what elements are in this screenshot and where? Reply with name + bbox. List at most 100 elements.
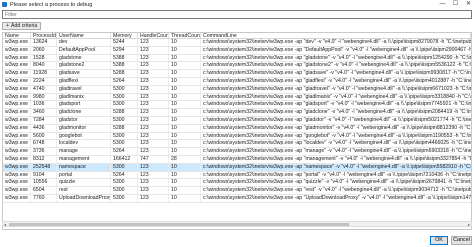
filter-input[interactable]	[3, 11, 471, 18]
column-commandline-cell: c:\windows\system32\inetsrv\w3wp.exe -ap…	[203, 101, 471, 108]
column-username-cell: UploadDownloadProxy	[59, 194, 111, 202]
process-table: Name ProcessId UserName Memory HandleCount Th…	[2, 32, 472, 230]
column-username-cell: localdev	[57, 140, 111, 148]
column-handlecount-cell: 123	[138, 116, 169, 124]
column-memory-cell: 5300	[111, 85, 138, 93]
column-threadcount-cell: 10	[169, 163, 201, 171]
column-username-cell: gladtravel	[57, 85, 111, 93]
column-name-cell: w3wp.exe	[3, 171, 31, 179]
column-username-cell: gladsave	[57, 70, 111, 77]
column-commandline-header[interactable]: CommandLine	[201, 33, 471, 38]
table-row[interactable]: w3wp.exe 9104 portal 5264 123 10 c:\windows\sy…	[3, 171, 471, 180]
column-processid-cell: 9980	[31, 93, 57, 101]
table-row[interactable]: w3wp.exe 3736 manage 5264 123 10 c:\windows\sy…	[3, 148, 471, 156]
column-memory-cell: 5300	[111, 132, 138, 140]
column-threadcount-cell: 10	[169, 148, 201, 155]
column-handlecount-cell: 123	[138, 62, 169, 70]
column-username-cell: googlebot	[57, 132, 111, 140]
table-row[interactable]: w3wp.exe 6748 localdev 5300 123 10 c:\windows\…	[3, 140, 471, 149]
column-threadcount-cell: 10	[169, 85, 201, 93]
column-name-cell: w3wp.exe	[3, 194, 31, 202]
column-processid-cell: 1036	[31, 101, 57, 109]
column-processid-cell: 1528	[31, 54, 57, 62]
column-name-cell: w3wp.exe	[3, 70, 31, 77]
column-threadcount-cell: 10	[169, 179, 201, 187]
cancel-button[interactable]: Cancel	[451, 236, 472, 245]
column-handlecount-cell: 123	[138, 54, 169, 62]
column-processid-header[interactable]: ProcessId	[31, 33, 57, 38]
maximize-button[interactable]: ☐	[452, 1, 459, 8]
column-handlecount-cell: 123	[138, 109, 169, 116]
table-row[interactable]: w3wp.exe 11928 gladsave 5288 123 10 c:\windows…	[3, 70, 471, 78]
column-name-header[interactable]: Name	[3, 33, 31, 38]
filter-box	[2, 10, 472, 19]
add-criteria-label: Add criteria	[11, 22, 38, 29]
table-row[interactable]: w3wp.exe 2060 DefaultAppPool 5294 123 10 c:\wi…	[3, 46, 471, 55]
column-name-cell: w3wp.exe	[3, 39, 31, 46]
table-row[interactable]: w3wp.exe 9980 gladlmanix 5300 123 10 c:\window…	[3, 93, 471, 102]
column-threadcount-header[interactable]: ThreadCount	[169, 33, 201, 38]
column-threadcount-cell: 10	[169, 140, 201, 148]
column-name-cell: w3wp.exe	[3, 46, 31, 54]
column-username-cell: gladstor	[57, 116, 111, 124]
minimize-button[interactable]: —	[439, 1, 446, 8]
table-row[interactable]: w3wp.exe 1036 gladsport 5300 123 10 c:\windows…	[3, 101, 471, 110]
column-commandline-cell: c:\windows\system32\inetsrv\w3wp.exe -ap…	[203, 187, 471, 194]
table-row[interactable]: w3wp.exe 6504 rest 5300 123 10 c:\windows\syst…	[3, 187, 471, 195]
table-row[interactable]: w3wp.exe 13624 dev 5244 123 10 c:\windows\syst…	[3, 39, 471, 47]
column-memory-cell: 5300	[111, 194, 138, 202]
column-username-cell: gladlmanix	[57, 93, 111, 101]
column-threadcount-cell: 10	[169, 109, 201, 116]
column-name-cell: w3wp.exe	[3, 163, 31, 171]
table-row[interactable]: w3wp.exe 1528 gladstone 5388 123 10 c:\windows…	[3, 54, 471, 63]
column-name-cell: w3wp.exe	[3, 179, 31, 187]
column-commandline-cell: c:\windows\system32\inetsrv\w3wp.exe -ap…	[203, 140, 471, 147]
column-username-cell: quizzle	[57, 179, 111, 187]
table-row[interactable]: w3wp.exe 8312 management 166412 747 28 c:\wind…	[3, 155, 471, 164]
add-criteria-button[interactable]: + Add criteria	[2, 21, 42, 30]
column-memory-header[interactable]: Memory	[111, 33, 138, 38]
column-processid-cell: 11928	[31, 70, 57, 77]
column-username-cell: manage	[57, 148, 111, 155]
column-memory-cell: 5264	[111, 171, 138, 179]
table-row[interactable]: w3wp.exe 4740 gladtravel 5300 123 10 c:\window…	[3, 85, 471, 94]
horizontal-scrollbar[interactable]: ◂ ▸	[2, 221, 472, 227]
column-name-cell: w3wp.exe	[3, 85, 31, 93]
ok-button[interactable]: OK	[430, 236, 448, 245]
column-name-cell: w3wp.exe	[3, 132, 31, 140]
column-processid-cell: 6504	[31, 187, 57, 194]
table-row[interactable]: w3wp.exe 3460 gladclone 5288 123 10 c:\windows…	[3, 109, 471, 117]
column-memory-cell: 5300	[111, 101, 138, 109]
column-memory-cell: 5300	[111, 140, 138, 148]
close-button[interactable]: ✕	[465, 1, 472, 8]
scroll-left-icon[interactable]: ◂	[4, 222, 6, 227]
column-threadcount-cell: 10	[169, 171, 201, 179]
table-row[interactable]: w3wp.exe 8040 gladstone2 5388 123 10 c:\window…	[3, 62, 471, 71]
column-name-cell: w3wp.exe	[3, 148, 31, 155]
column-username-header[interactable]: UserName	[57, 33, 111, 38]
column-commandline-cell: c:\windows\system32\inetsrv\w3wp.exe -ap…	[203, 163, 471, 170]
table-row[interactable]: w3wp.exe 7760 UploadDownloadProxy 5300 123 10…	[3, 194, 471, 203]
column-handlecount-cell: 747	[138, 155, 169, 163]
table-row[interactable]: w3wp.exe 5600 googlebot 5300 123 10 c:\windows…	[3, 132, 471, 141]
column-handlecount-cell: 123	[138, 194, 169, 202]
column-handlecount-header[interactable]: HandleCount	[138, 33, 169, 38]
table-row[interactable]: w3wp.exe 2224 gladflexi 5264 123 10 c:\windows…	[3, 77, 471, 86]
column-commandline-cell: c:\windows\system32\inetsrv\w3wp.exe -ap…	[203, 194, 471, 201]
column-commandline-cell: c:\windows\system32\inetsrv\w3wp.exe -ap…	[203, 124, 471, 131]
column-username-cell: gladmonitor	[57, 124, 111, 132]
scrollbar-thumb[interactable]	[9, 223, 349, 226]
column-memory-cell: 166412	[111, 155, 138, 163]
column-username-cell: dev	[57, 39, 111, 46]
table-row[interactable]: w3wp.exe 7284 gladstor 5300 123 10 c:\windows\…	[3, 116, 471, 125]
scroll-right-icon[interactable]: ▸	[468, 222, 470, 227]
column-memory-cell: 5288	[111, 109, 138, 116]
column-processid-cell: 2224	[31, 77, 57, 85]
column-username-cell: gladstone2	[57, 62, 111, 70]
table-body: w3wp.exe 13624 dev 5244 123 10 c:\windows\syst…	[3, 39, 471, 203]
table-row[interactable]: w3wp.exe 10556 quizzle 5300 123 10 c:\windows\…	[3, 179, 471, 188]
column-memory-cell: 5288	[111, 124, 138, 132]
table-row[interactable]: w3wp.exe 252548 namespace 5300 123 10 c:\windo…	[3, 163, 471, 172]
column-threadcount-cell: 10	[169, 54, 201, 62]
table-row[interactable]: w3wp.exe 4436 gladmonitor 5288 123 10 c:\windo…	[3, 124, 471, 133]
